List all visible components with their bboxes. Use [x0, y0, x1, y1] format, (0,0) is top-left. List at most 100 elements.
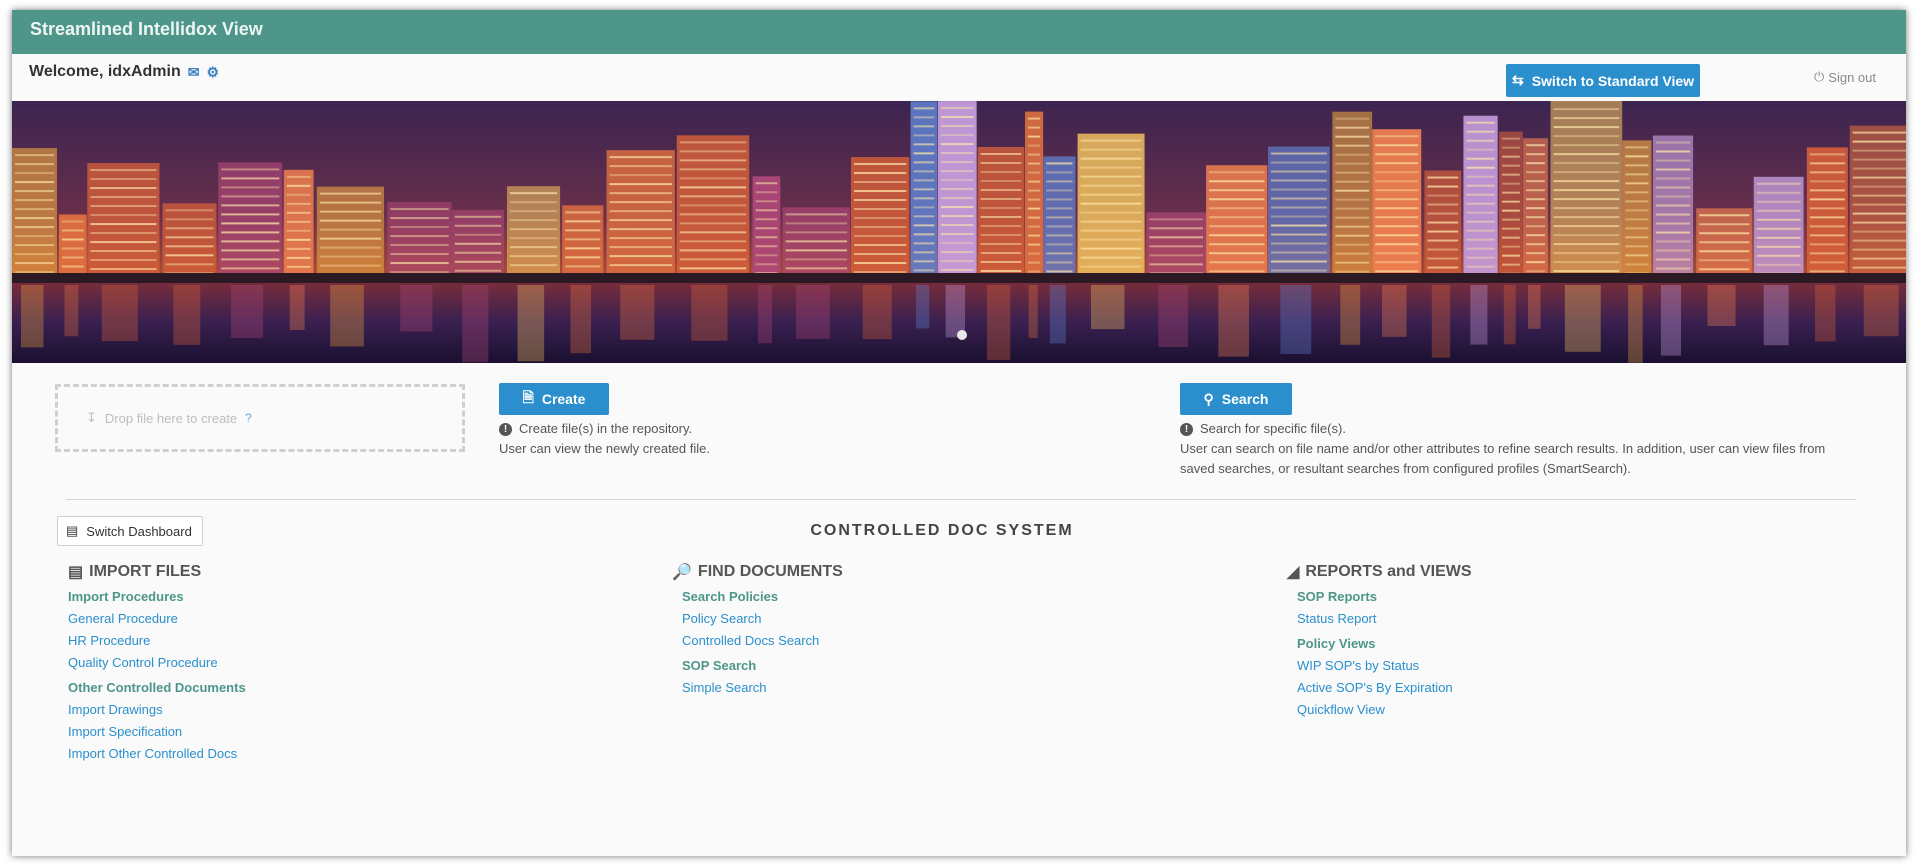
link-import-other-controlled-docs[interactable]: Import Other Controlled Docs	[68, 743, 246, 765]
skyline-window	[609, 183, 672, 186]
link-general-procedure[interactable]: General Procedure	[68, 608, 246, 630]
skyline-window	[1271, 260, 1327, 263]
link-simple-search[interactable]: Simple Search	[682, 677, 843, 699]
link-wip-sops-by-status[interactable]: WIP SOP's by Status	[1297, 655, 1472, 677]
create-button[interactable]: 🗎 Create	[499, 383, 609, 415]
skyline-window	[15, 226, 54, 229]
gear-icon[interactable]: ⚙	[206, 64, 219, 81]
skyline-window	[1553, 225, 1620, 228]
skyline-window	[1625, 245, 1649, 248]
skyline-window	[286, 247, 311, 250]
skyline-window	[286, 184, 311, 187]
sign-out-link[interactable]: ⏻ Sign out	[1814, 69, 1876, 85]
skyline-window	[1335, 153, 1370, 156]
skyline-window	[1526, 234, 1545, 237]
skyline-window	[1027, 234, 1041, 237]
skyline-window	[1375, 225, 1419, 228]
skyline-window	[913, 251, 935, 254]
link-group: Policy Views WIP SOP's by Status Active …	[1297, 636, 1472, 721]
skyline-window	[221, 177, 280, 180]
skyline-window	[390, 208, 449, 211]
link-import-drawings[interactable]: Import Drawings	[68, 699, 246, 721]
skyline-window	[1209, 216, 1265, 219]
skyline-window	[1526, 171, 1545, 174]
skyline-window	[1080, 193, 1142, 196]
skyline-window	[1655, 267, 1691, 270]
skyline-window	[609, 255, 672, 258]
skyline-building	[1499, 131, 1523, 281]
skyline-window	[1080, 229, 1142, 232]
help-icon[interactable]: ?	[245, 411, 252, 425]
skyline-window	[1209, 252, 1265, 255]
skyline-window	[913, 215, 935, 218]
skyline-window	[755, 182, 778, 185]
skyline-window	[509, 201, 558, 204]
skyline-window	[1699, 259, 1750, 262]
skyline-window	[913, 224, 935, 227]
skyline-window	[1335, 126, 1370, 129]
switch-view-button[interactable]: ⇆ Switch to Standard View	[1506, 64, 1700, 97]
skyline-window	[853, 235, 907, 238]
file-drop-zone[interactable]: ↧ Drop file here to create?	[55, 384, 465, 452]
skyline-window	[1553, 126, 1620, 129]
skyline-window	[61, 229, 84, 232]
link-policy-search[interactable]: Policy Search	[682, 608, 843, 630]
skyline-window	[1427, 266, 1459, 269]
skyline-window	[679, 141, 747, 144]
link-quality-control-procedure[interactable]: Quality Control Procedure	[68, 652, 246, 674]
skyline-building	[1077, 133, 1145, 281]
skyline-window	[1466, 202, 1495, 205]
group-heading: Import Procedures	[68, 589, 184, 604]
search-button[interactable]: ⚲ Search	[1180, 383, 1292, 415]
skyline-window	[1335, 189, 1370, 192]
column-heading: 🔎 FIND DOCUMENTS	[672, 562, 843, 582]
skyline-window	[913, 269, 935, 272]
mail-icon[interactable]: ✉	[188, 64, 200, 81]
skyline-window	[454, 215, 502, 218]
skyline-window	[755, 209, 778, 212]
skyline-window	[1027, 216, 1041, 219]
column-title: FIND DOCUMENTS	[697, 563, 843, 580]
water-reflection	[1528, 285, 1541, 329]
skyline-window	[1080, 166, 1142, 169]
skyline-window	[1271, 242, 1327, 245]
switch-dashboard-button[interactable]: ▤ Switch Dashboard	[57, 516, 203, 546]
skyline-window	[1027, 225, 1041, 228]
link-status-report[interactable]: Status Report	[1297, 608, 1472, 630]
skyline-window	[980, 152, 1022, 155]
skyline-window	[1466, 130, 1495, 133]
skyline-window	[1271, 215, 1327, 218]
carousel-indicator[interactable]	[957, 330, 967, 340]
skyline-window	[1553, 180, 1620, 183]
skyline-window	[1466, 256, 1495, 259]
water-reflection	[570, 285, 592, 354]
skyline-window	[1427, 239, 1459, 242]
skyline-window	[913, 116, 935, 119]
skyline-window	[853, 190, 907, 193]
skyline-window	[1625, 236, 1649, 239]
skyline-window	[679, 222, 747, 225]
skyline-window	[1852, 266, 1906, 269]
skyline-window	[1027, 126, 1041, 129]
skyline-window	[1466, 265, 1495, 268]
link-hr-procedure[interactable]: HR Procedure	[68, 630, 246, 652]
skyline-window	[1526, 198, 1545, 201]
skyline-window	[1852, 248, 1906, 251]
skyline-window	[1375, 189, 1419, 192]
skyline-window	[1699, 232, 1750, 235]
skyline-window	[1335, 135, 1370, 138]
skyline-window	[1209, 234, 1265, 237]
skyline-window	[454, 233, 502, 236]
welcome-area: Welcome, idxAdmin ✉ ⚙	[29, 63, 219, 81]
link-import-specification[interactable]: Import Specification	[68, 721, 246, 743]
skyline-window	[319, 201, 382, 204]
link-active-sops-by-expiration[interactable]: Active SOP's By Expiration	[1297, 677, 1472, 699]
skyline-window	[1502, 209, 1520, 212]
link-controlled-docs-search[interactable]: Controlled Docs Search	[682, 630, 843, 652]
skyline-window	[1655, 222, 1691, 225]
skyline-window	[913, 161, 935, 164]
skyline-window	[1655, 195, 1691, 198]
link-quickflow-view[interactable]: Quickflow View	[1297, 699, 1472, 721]
find-documents-column: 🔎 FIND DOCUMENTS Search Policies Policy …	[672, 562, 843, 705]
skyline-window	[785, 249, 848, 252]
